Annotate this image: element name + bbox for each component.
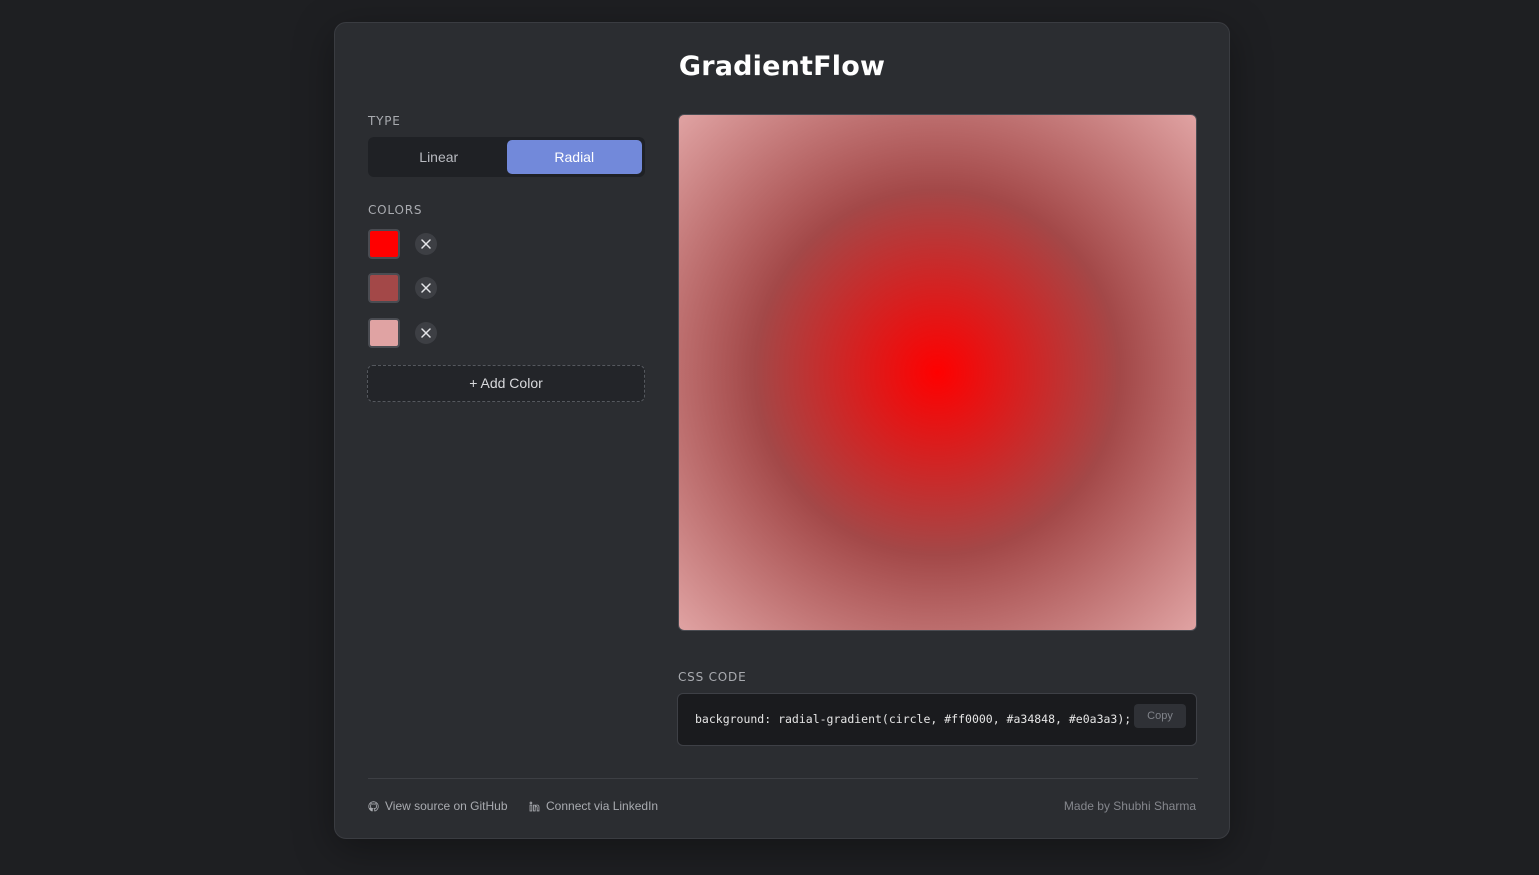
color-row bbox=[368, 228, 437, 260]
type-radial-button[interactable]: Radial bbox=[506, 140, 642, 174]
linkedin-link-label: Connect via LinkedIn bbox=[546, 799, 659, 813]
github-link[interactable]: View source on GitHub bbox=[368, 799, 508, 813]
app-card: GradientFlow TYPE Linear Radial COLORS + bbox=[334, 22, 1230, 839]
linkedin-icon bbox=[529, 801, 540, 811]
color-swatch[interactable] bbox=[368, 273, 400, 303]
css-code-label: CSS CODE bbox=[678, 670, 747, 684]
color-row bbox=[368, 317, 437, 349]
close-icon bbox=[421, 239, 431, 249]
css-code-text: background: radial-gradient(circle, #ff0… bbox=[695, 712, 1132, 726]
footer-credit: Made by Shubhi Sharma bbox=[1063, 799, 1196, 813]
app-title: GradientFlow bbox=[678, 51, 886, 82]
type-toggle: Linear Radial bbox=[368, 137, 645, 177]
remove-color-button[interactable] bbox=[415, 233, 437, 255]
github-link-label: View source on GitHub bbox=[385, 799, 508, 813]
footer-divider bbox=[368, 778, 1198, 779]
copy-button[interactable]: Copy bbox=[1134, 704, 1186, 728]
close-icon bbox=[421, 283, 431, 293]
colors-label: COLORS bbox=[368, 203, 423, 217]
color-swatch[interactable] bbox=[368, 318, 400, 348]
css-code-box: background: radial-gradient(circle, #ff0… bbox=[677, 693, 1197, 746]
linkedin-link[interactable]: Connect via LinkedIn bbox=[529, 799, 658, 813]
color-swatch[interactable] bbox=[368, 229, 400, 259]
add-color-button[interactable]: + Add Color bbox=[367, 365, 645, 402]
type-label: TYPE bbox=[368, 114, 401, 128]
color-row bbox=[368, 272, 437, 304]
remove-color-button[interactable] bbox=[415, 322, 437, 344]
type-linear-button[interactable]: Linear bbox=[371, 140, 507, 174]
close-icon bbox=[421, 328, 431, 338]
remove-color-button[interactable] bbox=[415, 277, 437, 299]
github-icon bbox=[368, 800, 379, 811]
gradient-preview bbox=[678, 114, 1197, 631]
